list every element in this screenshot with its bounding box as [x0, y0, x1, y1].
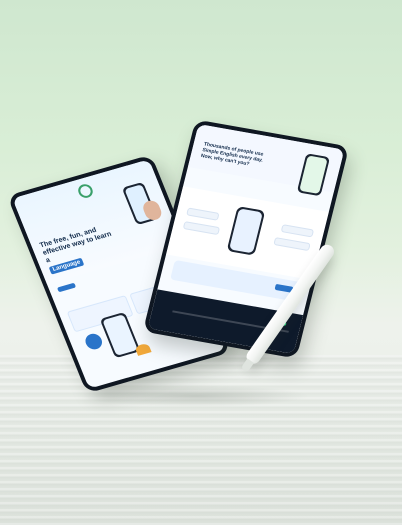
tablet-right: Thousands of people use Simple English e…	[142, 119, 350, 359]
feature-pill	[273, 237, 311, 252]
tablet-shadow	[80, 385, 310, 407]
hero-title: Thousands of people use Simple English e…	[200, 141, 264, 168]
cta-button[interactable]	[56, 282, 77, 293]
floor-surface	[0, 355, 402, 525]
phone-mockup-icon	[296, 153, 331, 197]
blue-badge-icon	[83, 331, 105, 352]
tablet-right-screen: Thousands of people use Simple English e…	[147, 124, 345, 354]
feature-pill	[182, 221, 221, 236]
phone-mockup-icon	[226, 206, 266, 256]
phone-mockup-icon	[99, 311, 141, 359]
logo-icon	[74, 183, 92, 198]
feature-pill	[280, 224, 315, 238]
feature-pill	[186, 207, 220, 221]
hero-section: Thousands of people use Simple English e…	[187, 124, 345, 197]
hero-section	[12, 159, 184, 285]
